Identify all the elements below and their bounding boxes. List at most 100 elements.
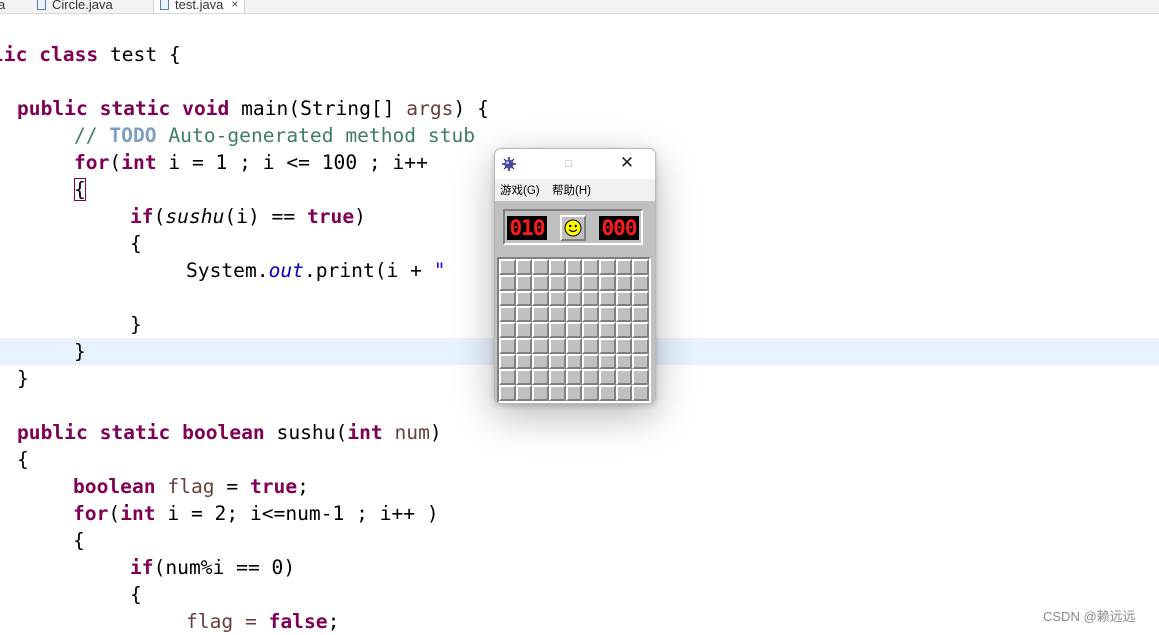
mine-cell[interactable]: [515, 369, 533, 386]
mine-cell[interactable]: [582, 369, 599, 386]
mine-cell[interactable]: [615, 337, 633, 354]
mine-cell[interactable]: [565, 337, 583, 354]
mine-field[interactable]: [497, 257, 651, 403]
mine-cell[interactable]: [499, 306, 516, 323]
mine-cell[interactable]: [565, 385, 583, 401]
mine-cell[interactable]: [548, 337, 566, 354]
mine-cell[interactable]: [515, 353, 533, 370]
mine-cell[interactable]: [565, 322, 583, 338]
mine-cell[interactable]: [548, 369, 566, 386]
mine-cell[interactable]: [582, 290, 599, 307]
mine-cell[interactable]: [598, 306, 616, 323]
tab-label: a: [0, 0, 5, 12]
mine-cell[interactable]: [548, 322, 566, 338]
mine-cell[interactable]: [565, 353, 583, 370]
mine-cell[interactable]: [565, 306, 583, 323]
mine-cell[interactable]: [598, 337, 616, 354]
mine-cell[interactable]: [615, 290, 633, 307]
maximize-button[interactable]: □: [559, 155, 579, 173]
timer-display: 000: [599, 216, 639, 240]
mine-cell[interactable]: [532, 353, 549, 370]
mine-cell[interactable]: [548, 259, 566, 275]
mine-cell[interactable]: [598, 369, 616, 386]
mine-cell[interactable]: [499, 274, 516, 291]
java-file-icon: [160, 0, 169, 10]
code-line-9: }: [130, 313, 142, 336]
mine-cell[interactable]: [598, 322, 616, 338]
mine-cell[interactable]: [582, 337, 599, 354]
mine-cell[interactable]: [499, 322, 516, 338]
mine-cell[interactable]: [582, 306, 599, 323]
mine-cell[interactable]: [515, 259, 533, 275]
window-titlebar[interactable]: □ ✕: [495, 149, 655, 179]
close-button[interactable]: ✕: [617, 153, 637, 173]
mine-cell[interactable]: [615, 385, 633, 401]
mine-cell[interactable]: [499, 385, 516, 401]
mine-cell[interactable]: [499, 353, 516, 370]
menu-help[interactable]: 帮助(H): [552, 182, 591, 198]
mine-cell[interactable]: [598, 290, 616, 307]
mine-cell[interactable]: [532, 274, 549, 291]
mine-cell[interactable]: [582, 259, 599, 275]
mine-cell[interactable]: [632, 274, 649, 291]
mine-cell[interactable]: [532, 337, 549, 354]
menu-game[interactable]: 游戏(G): [500, 182, 540, 198]
mine-cell[interactable]: [532, 259, 549, 275]
mine-cell[interactable]: [598, 259, 616, 275]
mine-cell[interactable]: [565, 259, 583, 275]
close-icon[interactable]: ×: [231, 0, 238, 11]
new-game-button[interactable]: [560, 215, 586, 241]
mine-cell[interactable]: [632, 385, 649, 401]
mine-cell[interactable]: [499, 337, 516, 354]
mine-cell[interactable]: [532, 322, 549, 338]
mine-cell[interactable]: [532, 290, 549, 307]
mine-cell[interactable]: [632, 369, 649, 386]
mine-cell[interactable]: [582, 322, 599, 338]
mine-cell[interactable]: [615, 353, 633, 370]
mine-cell[interactable]: [632, 322, 649, 338]
mine-cell[interactable]: [615, 306, 633, 323]
tab-test-java[interactable]: test.java ×: [153, 0, 246, 13]
mine-cell[interactable]: [565, 274, 583, 291]
mine-cell[interactable]: [582, 385, 599, 401]
mine-cell[interactable]: [582, 353, 599, 370]
mine-cell[interactable]: [615, 369, 633, 386]
mine-cell[interactable]: [499, 259, 516, 275]
mine-cell[interactable]: [515, 385, 533, 401]
mine-cell[interactable]: [582, 274, 599, 291]
mine-cell[interactable]: [632, 306, 649, 323]
mine-cell[interactable]: [615, 259, 633, 275]
mine-cell[interactable]: [515, 322, 533, 338]
mine-cell[interactable]: [615, 274, 633, 291]
mine-cell[interactable]: [632, 353, 649, 370]
code-line-16: {: [73, 529, 85, 552]
mine-cell[interactable]: [632, 259, 649, 275]
mine-cell[interactable]: [515, 337, 533, 354]
mine-cell[interactable]: [632, 337, 649, 354]
mine-cell[interactable]: [598, 353, 616, 370]
mine-cell[interactable]: [515, 306, 533, 323]
minesweeper-window[interactable]: □ ✕ 游戏(G) 帮助(H) 010 000: [494, 148, 656, 404]
java-file-icon: [37, 0, 46, 10]
mine-cell[interactable]: [548, 385, 566, 401]
mine-cell[interactable]: [532, 306, 549, 323]
mine-cell[interactable]: [532, 369, 549, 386]
mine-cell[interactable]: [515, 274, 533, 291]
mine-cell[interactable]: [515, 290, 533, 307]
mine-cell[interactable]: [499, 290, 516, 307]
mine-cell[interactable]: [548, 274, 566, 291]
mine-cell[interactable]: [548, 353, 566, 370]
tab-partial[interactable]: a: [0, 0, 5, 13]
mine-cell[interactable]: [615, 322, 633, 338]
menu-bar: 游戏(G) 帮助(H): [495, 179, 655, 201]
mine-cell[interactable]: [598, 385, 616, 401]
mine-cell[interactable]: [532, 385, 549, 401]
mine-cell[interactable]: [565, 290, 583, 307]
mine-cell[interactable]: [565, 369, 583, 386]
mine-cell[interactable]: [598, 274, 616, 291]
mine-cell[interactable]: [548, 290, 566, 307]
tab-circle-java[interactable]: Circle.java: [37, 0, 113, 13]
mine-cell[interactable]: [548, 306, 566, 323]
mine-cell[interactable]: [632, 290, 649, 307]
mine-cell[interactable]: [499, 369, 516, 386]
